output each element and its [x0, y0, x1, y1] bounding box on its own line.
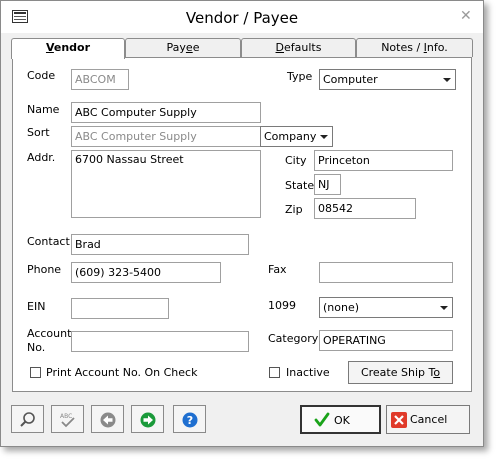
city-label: City	[285, 154, 307, 167]
forward-button[interactable]	[131, 405, 164, 433]
chevron-down-icon	[440, 306, 448, 310]
address-field[interactable]: 6700 Nassau Street	[71, 150, 261, 218]
sort-type-value: Company	[264, 130, 317, 143]
category-field[interactable]: OPERATING	[319, 330, 453, 351]
form-1099-label: 1099	[268, 299, 296, 312]
cancel-label: Cancel	[410, 413, 448, 426]
account-no-label: No.	[27, 341, 46, 354]
help-icon: ?	[182, 412, 198, 428]
fax-field[interactable]	[319, 262, 453, 283]
print-account-checkbox[interactable]	[30, 367, 41, 378]
ein-field[interactable]	[71, 298, 169, 319]
name-label: Name	[27, 103, 60, 116]
inactive-checkbox[interactable]	[269, 367, 280, 378]
inactive-label: Inactive	[286, 366, 330, 379]
tab-payee[interactable]: Payee	[125, 38, 241, 57]
tab-defaults[interactable]: Defaults	[241, 38, 356, 57]
tab-notes-info[interactable]: Notes / Info.	[356, 38, 473, 57]
code-label: Code	[27, 69, 56, 82]
close-icon[interactable]: ✕	[460, 8, 472, 24]
form-1099-value: (none)	[323, 301, 360, 314]
window-title: Vendor / Payee	[185, 9, 299, 27]
city-field[interactable]: Princeton	[314, 150, 453, 171]
cancel-button[interactable]: Cancel	[386, 405, 470, 434]
print-account-label: Print Account No. On Check	[46, 366, 198, 379]
account-label: Account	[27, 327, 72, 340]
state-label: State	[285, 179, 315, 192]
chevron-down-icon	[443, 78, 451, 82]
sort-label: Sort	[27, 126, 50, 139]
ein-label: EIN	[27, 300, 46, 313]
code-field[interactable]: ABCOM	[71, 69, 129, 90]
tab-strip: Vendor Payee Defaults Notes / Info.	[11, 38, 473, 59]
title-bar: Vendor / Payee ✕	[1, 1, 483, 33]
checkmark-icon	[314, 412, 330, 427]
svg-text:ABC: ABC	[60, 413, 72, 420]
svg-text:?: ?	[187, 414, 193, 427]
fax-label: Fax	[268, 263, 287, 276]
sort-field[interactable]: ABC Computer Supply	[71, 126, 261, 147]
type-value: Computer	[323, 73, 378, 86]
contact-field[interactable]: Brad	[71, 234, 249, 255]
cancel-x-icon	[391, 412, 407, 428]
addr-label: Addr.	[27, 151, 56, 164]
state-field[interactable]: NJ	[314, 174, 341, 195]
type-label: Type	[287, 70, 313, 83]
sort-type-dropdown[interactable]: Company	[260, 126, 333, 147]
spellcheck-button[interactable]: ABC	[51, 405, 84, 433]
account-no-field[interactable]	[71, 331, 249, 352]
create-ship-to-button[interactable]: Create Ship To	[348, 361, 453, 384]
type-dropdown[interactable]: Computer	[319, 69, 456, 90]
phone-field[interactable]: (609) 323-5400	[71, 262, 221, 283]
contact-label: Contact	[27, 235, 70, 248]
search-icon	[20, 412, 35, 427]
form-1099-dropdown[interactable]: (none)	[319, 297, 453, 318]
spellcheck-icon: ABC	[60, 413, 75, 428]
search-button[interactable]	[11, 405, 44, 433]
tab-vendor[interactable]: Vendor	[11, 38, 125, 59]
vendor-payee-dialog: Vendor / Payee ✕ Vendor Payee Defaults N…	[0, 0, 484, 447]
forward-icon	[140, 412, 156, 428]
name-field[interactable]: ABC Computer Supply	[71, 102, 261, 123]
zip-label: Zip	[285, 203, 303, 216]
back-icon	[100, 412, 116, 428]
ok-button[interactable]: OK	[300, 405, 381, 434]
chevron-down-icon	[320, 135, 328, 139]
back-button[interactable]	[91, 405, 124, 433]
phone-label: Phone	[27, 263, 62, 276]
help-button[interactable]: ?	[173, 405, 206, 433]
zip-field[interactable]: 08542	[314, 198, 416, 219]
ok-label: OK	[334, 414, 350, 427]
category-label: Category	[268, 332, 319, 345]
